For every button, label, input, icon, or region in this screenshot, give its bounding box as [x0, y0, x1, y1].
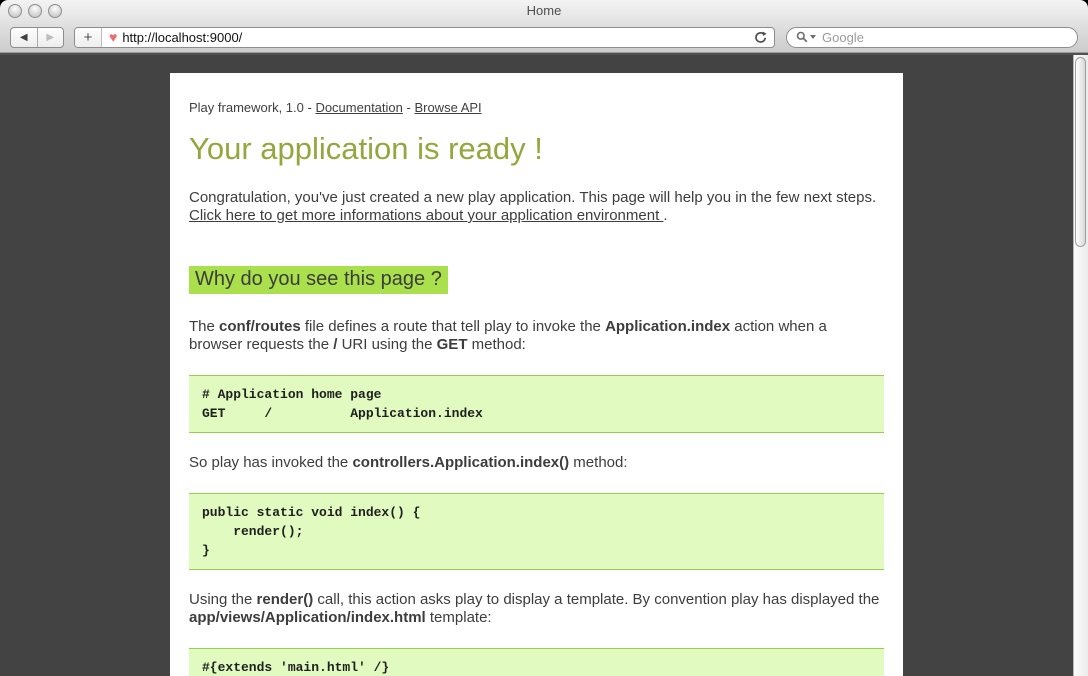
intro-paragraph: Congratulation, you've just created a ne…	[189, 189, 884, 225]
reload-icon	[754, 31, 767, 44]
reload-button[interactable]	[754, 31, 767, 44]
page-viewport: Play framework, 1.0 - Documentation - Br…	[0, 55, 1088, 676]
text-link[interactable]: Documentation	[315, 100, 402, 115]
content-card: Play framework, 1.0 - Documentation - Br…	[170, 73, 903, 676]
page-title: Your application is ready !	[189, 131, 884, 167]
breadcrumb: Play framework, 1.0 - Documentation - Br…	[189, 100, 884, 115]
text-link[interactable]: Click here to get more informations abou…	[189, 207, 663, 224]
forward-button[interactable]: ▶	[37, 28, 64, 47]
back-button[interactable]: ◀	[11, 28, 37, 47]
browser-window: Home ◀ ▶ + ♥ http://localhost:9000/	[0, 0, 1088, 676]
text-link[interactable]: Browse API	[414, 100, 481, 115]
url-text[interactable]: http://localhost:9000/	[122, 30, 242, 45]
search-field[interactable]: Google	[786, 27, 1078, 48]
window-title: Home	[0, 0, 1088, 22]
search-icon	[796, 31, 816, 43]
back-icon: ◀	[20, 32, 28, 43]
invoked-paragraph: So play has invoked the controllers.Appl…	[189, 454, 884, 472]
address-bar[interactable]: + ♥ http://localhost:9000/	[74, 27, 775, 48]
plus-icon: +	[84, 29, 93, 46]
routes-paragraph: The conf/routes file defines a route tha…	[189, 318, 884, 354]
section-heading-why: Why do you see this page ?	[189, 266, 448, 294]
vertical-scrollbar[interactable]	[1073, 55, 1088, 676]
favicon-heart-icon: ♥	[109, 30, 117, 44]
forward-icon: ▶	[46, 32, 54, 43]
scrollbar-thumb[interactable]	[1075, 57, 1086, 247]
search-engine-caret-icon	[810, 35, 816, 39]
code-block-routes: # Application home page GET / Applicatio…	[189, 375, 884, 433]
search-placeholder: Google	[822, 30, 864, 45]
template-paragraph: Using the render() call, this action ask…	[189, 591, 884, 627]
nav-buttons: ◀ ▶	[10, 27, 64, 48]
code-block-template: #{extends 'main.html' /} #{set title:'Ho…	[189, 648, 884, 676]
browser-toolbar: ◀ ▶ + ♥ http://localhost:9000/	[0, 22, 1088, 52]
add-bookmark-button[interactable]: +	[75, 28, 102, 47]
titlebar: Home	[0, 0, 1088, 22]
code-block-action: public static void index() { render(); }	[189, 493, 884, 570]
